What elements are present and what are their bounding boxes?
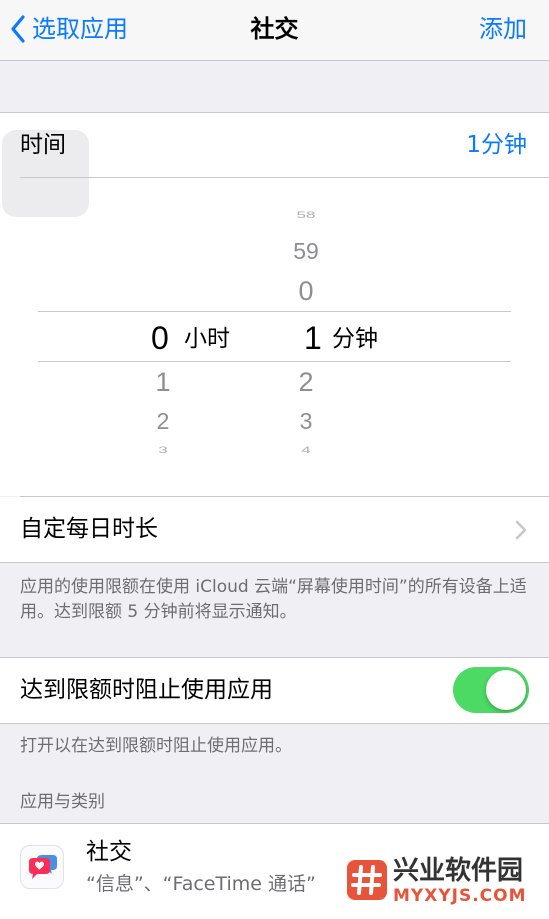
hash-logo-icon: [347, 860, 387, 900]
app-category-title: 社交: [86, 839, 132, 865]
picker-minute-option[interactable]: 0: [286, 276, 326, 307]
picker-minute-option[interactable]: 4: [286, 445, 326, 456]
picker-hours-selected[interactable]: 0: [151, 320, 169, 356]
chevron-right-icon: [515, 520, 527, 540]
picker-hours-unit: 小时: [184, 326, 230, 352]
custom-days-label: 自定每日时长: [20, 516, 158, 542]
picker-minute-option[interactable]: 3: [286, 408, 326, 435]
divider: [0, 723, 549, 724]
picker-minute-option[interactable]: 2: [286, 367, 326, 398]
speech-bubbles-icon: [20, 845, 64, 889]
usage-limit-note: 应用的使用限额在使用 iCloud 云端“屏幕使用时间”的所有设备上适用。达到限…: [20, 577, 527, 622]
navigation-bar: 选取应用 社交 添加: [0, 0, 549, 61]
time-row-label: 时间: [20, 132, 66, 158]
picker-minutes-unit: 分钟: [332, 326, 378, 352]
divider: [0, 112, 549, 113]
block-at-limit-toggle[interactable]: [453, 667, 529, 713]
picker-selection-top-line: [38, 311, 511, 312]
app-category-subtitle: “信息”、“FaceTime 通话”: [86, 873, 316, 895]
divider: [20, 177, 549, 178]
block-at-limit-label: 达到限额时阻止使用应用: [20, 677, 273, 703]
picker-minute-option[interactable]: 59: [286, 238, 326, 265]
divider: [0, 562, 549, 563]
page-title: 社交: [250, 15, 299, 43]
picker-hour-option[interactable]: 1: [143, 367, 183, 398]
block-at-limit-note: 打开以在达到限额时阻止使用应用。: [20, 736, 292, 756]
picker-hour-option[interactable]: 2: [143, 408, 183, 435]
time-row-value[interactable]: 1分钟: [466, 129, 527, 161]
picker-minutes-selected[interactable]: 1: [304, 320, 322, 356]
watermark: 兴业软件园 MYXYJS.COM: [333, 852, 549, 914]
add-button[interactable]: 添加: [479, 12, 527, 46]
toggle-knob: [486, 670, 526, 710]
picker-minute-option[interactable]: 58: [286, 210, 326, 221]
picker-hour-option[interactable]: 3: [143, 445, 183, 456]
watermark-domain: MYXYJS.COM: [393, 886, 527, 906]
watermark-text: 兴业软件园: [393, 856, 524, 886]
picker-selection-bottom-line: [38, 361, 511, 362]
section-header: 应用与类别: [20, 792, 105, 812]
